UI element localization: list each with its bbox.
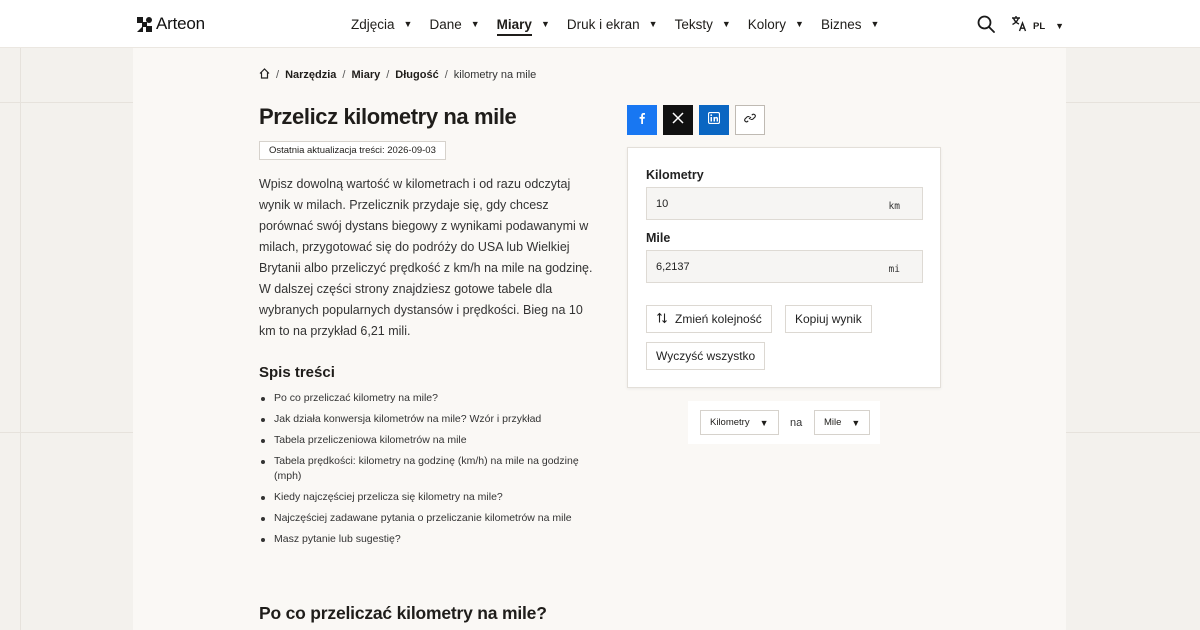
toc-item[interactable]: Tabela prędkości: kilometry na godzinę (… [259, 454, 604, 484]
miles-input[interactable] [647, 251, 877, 282]
nav-label: Miary [496, 17, 532, 36]
main-nav: Zdjęcia ▼ Dane ▼ Miary ▼ Druk i ekran ▼ … [351, 0, 896, 48]
toc-item[interactable]: Po co przeliczać kilometry na mile? [259, 391, 604, 406]
linkedin-icon [707, 111, 721, 129]
breadcrumb: / Narzędzia / Miary / Długość / kilometr… [259, 68, 536, 82]
converter-panel: Kilometry km Mile mi Zmień kolejność Kop… [627, 147, 941, 388]
nav-item-teksty[interactable]: Teksty ▼ [675, 0, 731, 48]
last-updated-badge: Ostatnia aktualizacja treści: 2026-09-03 [259, 141, 446, 160]
breadcrumb-item-dlugosc[interactable]: Długość [395, 69, 438, 81]
nav-item-biznes[interactable]: Biznes ▼ [821, 0, 879, 48]
breadcrumb-separator: / [276, 69, 280, 81]
toc-item[interactable]: Kiedy najczęściej przelicza się kilometr… [259, 490, 604, 505]
nav-label: Kolory [747, 16, 787, 32]
toc-item[interactable]: Masz pytanie lub sugestię? [259, 532, 604, 547]
caret-down-icon: ▼ [851, 417, 861, 428]
caret-down-icon: ▼ [759, 417, 769, 428]
unit-connector: na [790, 417, 803, 429]
to-unit-select[interactable]: Mile ▼ [814, 410, 871, 435]
nav-label: Dane [429, 16, 462, 32]
breadcrumb-separator: / [444, 69, 448, 81]
nav-item-dane[interactable]: Dane ▼ [429, 0, 479, 48]
nav-label: Biznes [820, 16, 862, 32]
nav-item-miary[interactable]: Miary ▼ [496, 0, 550, 48]
copy-result-button[interactable]: Kopiuj wynik [785, 305, 872, 333]
nav-item-druk-i-ekran[interactable]: Druk i ekran ▼ [567, 0, 658, 48]
toc-item[interactable]: Jak działa konwersja kilometrów na mile?… [259, 412, 604, 427]
from-unit-select[interactable]: Kilometry ▼ [700, 410, 779, 435]
x-icon [672, 111, 684, 129]
brand-logo[interactable]: Arteon [137, 14, 205, 34]
caret-down-icon: ▼ [648, 19, 658, 29]
facebook-icon [636, 111, 648, 129]
breadcrumb-item-miary[interactable]: Miary [351, 69, 380, 81]
translate-icon [1011, 15, 1028, 37]
search-icon[interactable] [977, 15, 995, 33]
to-unit-value: Mile [824, 417, 842, 428]
clear-all-label: Wyczyść wszystko [656, 349, 756, 363]
caret-down-icon: ▼ [721, 19, 731, 29]
breadcrumb-item-narzedzia[interactable]: Narzędzia [285, 69, 336, 81]
section-title: Po co przeliczać kilometry na mile? [259, 603, 547, 623]
kilometers-unit: km [888, 201, 900, 212]
breadcrumb-current: kilometry na mile [453, 69, 537, 81]
caret-down-icon: ▼ [540, 19, 550, 29]
kilometers-label: Kilometry [646, 168, 704, 182]
nav-label: Druk i ekran [566, 16, 640, 32]
toc-title: Spis treści [259, 364, 335, 381]
nav-item-zdjecia[interactable]: Zdjęcia ▼ [351, 0, 412, 48]
share-facebook-button[interactable] [627, 105, 657, 135]
toc-item[interactable]: Tabela przeliczeniowa kilometrów na mile [259, 433, 604, 448]
swap-vertical-icon [656, 312, 668, 327]
miles-field-wrapper: mi [646, 250, 923, 283]
clear-all-button[interactable]: Wyczyść wszystko [646, 342, 766, 370]
toc-item[interactable]: Najczęściej zadawane pytania o przelicza… [259, 511, 604, 526]
link-icon [744, 111, 756, 129]
caret-down-icon: ▼ [403, 19, 413, 29]
top-navigation-bar: Arteon Zdjęcia ▼ Dane ▼ Miary ▼ Druk i e… [0, 0, 1200, 48]
home-icon[interactable] [259, 68, 270, 82]
copy-result-label: Kopiuj wynik [795, 312, 862, 326]
kilometers-input[interactable] [647, 188, 877, 219]
nav-item-kolory[interactable]: Kolory ▼ [748, 0, 804, 48]
breadcrumb-separator: / [386, 69, 390, 81]
language-code: PL [1033, 20, 1046, 32]
brand-name: Arteon [156, 14, 205, 33]
unit-selector-bar: Kilometry ▼ na Mile ▼ [688, 401, 880, 444]
breadcrumb-separator: / [342, 69, 346, 81]
nav-label: Zdjęcia [351, 16, 395, 32]
kilometers-field-wrapper: km [646, 187, 923, 220]
share-buttons [627, 105, 771, 135]
share-linkedin-button[interactable] [699, 105, 729, 135]
caret-down-icon: ▼ [795, 19, 804, 29]
intro-paragraph: Wpisz dowolną wartość w kilometrach i od… [259, 177, 593, 338]
caret-down-icon: ▼ [470, 19, 480, 29]
swap-order-label: Zmień kolejność [675, 312, 762, 326]
miles-unit: mi [888, 264, 900, 275]
share-x-button[interactable] [663, 105, 693, 135]
page-title: Przelicz kilometry na mile [259, 104, 517, 129]
copy-link-button[interactable] [735, 105, 765, 135]
arteon-logo-icon [137, 16, 152, 32]
toc-list: Po co przeliczać kilometry na mile? Jak … [259, 391, 604, 553]
from-unit-value: Kilometry [710, 417, 750, 428]
swap-order-button[interactable]: Zmień kolejność [646, 305, 772, 333]
caret-down-icon: ▼ [870, 19, 880, 29]
nav-label: Teksty [674, 16, 713, 32]
language-switcher[interactable]: PL ▼ [1011, 15, 1064, 37]
caret-down-icon: ▼ [1055, 21, 1065, 31]
miles-label: Mile [646, 231, 671, 245]
